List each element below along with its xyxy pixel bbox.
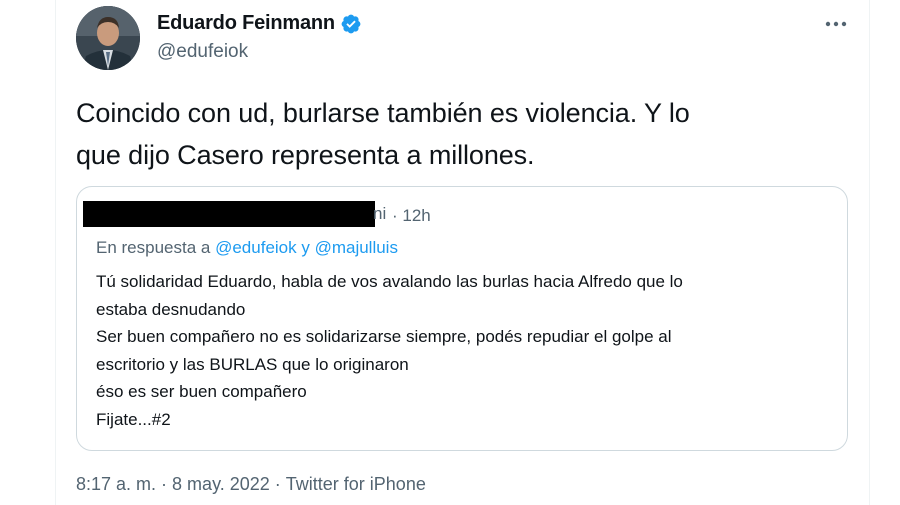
tweet-metadata: 8:17 a. m. · 8 may. 2022 · Twitter for i… [76, 474, 426, 495]
quoted-author-name: ni [373, 204, 387, 223]
profile-photo [76, 6, 140, 70]
redaction-bar [83, 201, 375, 227]
author-avatar[interactable] [76, 6, 140, 70]
author-name-row[interactable]: Eduardo Feinmann [157, 12, 362, 35]
quoted-tweet[interactable]: ni · 12h En respuesta a @edufeiok y @maj… [76, 186, 848, 451]
meta-separator: · [274, 474, 281, 494]
quoted-reply-context: En respuesta a @edufeiok y @majulluis [96, 238, 398, 258]
quoted-timestamp[interactable]: · 12h [392, 206, 431, 226]
quoted-tweet-text: Tú solidaridad Eduardo, habla de vos ava… [96, 268, 836, 433]
more-options-button[interactable] [822, 10, 850, 38]
tweet-text: Coincido con ud, burlarse también es vio… [76, 92, 836, 176]
reply-prefix: En respuesta a [96, 238, 211, 257]
tweet-text-line: Coincido con ud, burlarse también es vio… [76, 98, 690, 128]
author-display-name[interactable]: Eduardo Feinmann [157, 12, 335, 35]
quoted-text-line: Fijate...#2 [96, 409, 171, 429]
verified-badge-icon [340, 13, 362, 35]
tweet-date[interactable]: 8 may. 2022 [172, 474, 270, 495]
meta-separator: · [161, 474, 168, 494]
quoted-text-line: éso es ser buen compañero [96, 382, 307, 401]
tweet-text-line: que dijo Casero representa a millones. [76, 140, 535, 170]
tweet-time[interactable]: 8:17 a. m. [76, 474, 156, 495]
quoted-text-line: estaba desnudando [96, 299, 246, 319]
more-horizontal-icon [825, 21, 847, 27]
reply-mentions[interactable]: @edufeiok y @majulluis [215, 238, 398, 257]
quoted-text-line: escritorio y las BURLAS que lo originaro… [96, 354, 409, 374]
author-handle[interactable]: @edufeiok [157, 41, 248, 63]
tweet-source[interactable]: Twitter for iPhone [286, 474, 426, 495]
quoted-text-line: Tú solidaridad Eduardo, habla de vos ava… [96, 272, 683, 291]
quoted-text-line: Ser buen compañero no es solidarizarse s… [96, 327, 672, 346]
